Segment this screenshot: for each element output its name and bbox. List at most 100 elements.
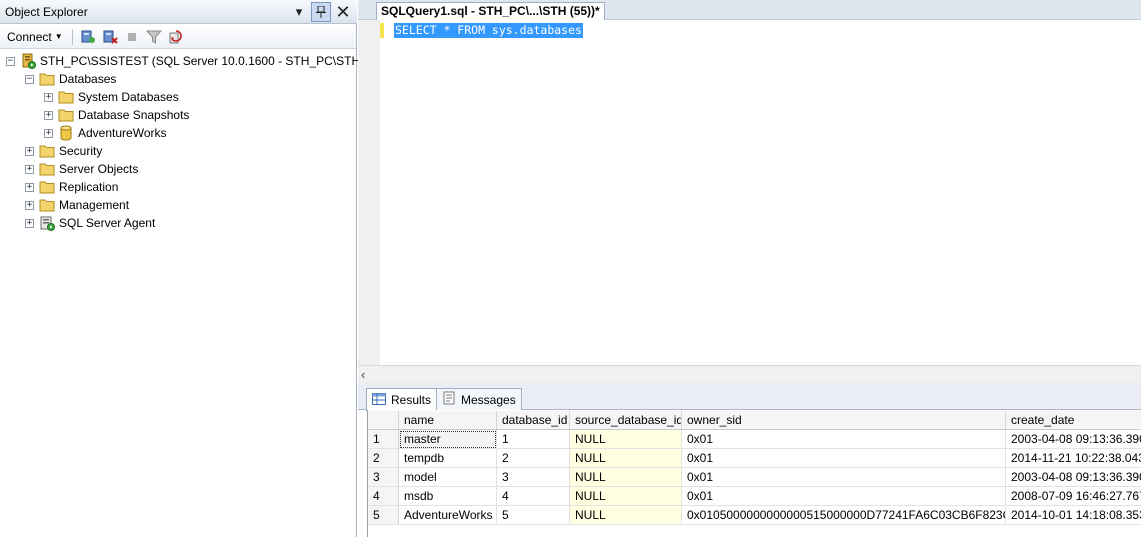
cell-source-database-id[interactable]: NULL	[570, 468, 682, 487]
server-icon	[20, 53, 36, 69]
row-number-header[interactable]	[368, 411, 399, 430]
table-row[interactable]: 3 model 3 NULL 0x01 2003-04-08 09:13:36.…	[368, 468, 1141, 487]
adventureworks-label: AdventureWorks	[78, 126, 167, 140]
expand-icon[interactable]: +	[44, 110, 53, 120]
expand-icon[interactable]: +	[44, 128, 53, 138]
cell-name[interactable]: AdventureWorks	[399, 506, 497, 525]
object-explorer-titlebar: Object Explorer ▾ ✕	[0, 0, 357, 24]
cell-owner-sid[interactable]: 0x01	[682, 430, 1006, 449]
cell-create-date[interactable]: 2003-04-08 09:13:36.390	[1006, 468, 1141, 487]
column-header-source-database-id[interactable]: source_database_id	[570, 411, 682, 430]
expand-icon[interactable]: +	[25, 164, 34, 174]
tree-node-server-objects[interactable]: + Server Objects	[25, 160, 138, 178]
editor-horizontal-scrollbar[interactable]: ‹	[358, 365, 1141, 382]
cell-database-id[interactable]: 5	[497, 506, 570, 525]
collapse-icon[interactable]: −	[25, 74, 34, 84]
table-row[interactable]: 1 master 1 NULL 0x01 2003-04-08 09:13:36…	[368, 430, 1141, 449]
tree-node-databases[interactable]: − Databases	[25, 70, 116, 88]
cell-database-id[interactable]: 1	[497, 430, 570, 449]
close-icon[interactable]: ✕	[333, 2, 353, 22]
disconnect-server-icon[interactable]	[101, 28, 119, 46]
connect-server-icon[interactable]	[79, 28, 97, 46]
folder-icon	[39, 197, 55, 213]
expand-icon[interactable]: +	[25, 218, 34, 228]
row-number[interactable]: 4	[368, 487, 399, 506]
object-explorer-panel: Object Explorer ▾ ✕ Connect ▼ − STH_PC\S…	[0, 0, 364, 537]
cell-database-id[interactable]: 2	[497, 449, 570, 468]
cell-owner-sid[interactable]: 0x01	[682, 468, 1006, 487]
management-label: Management	[59, 198, 130, 212]
cell-create-date[interactable]: 2003-04-08 09:13:36.390	[1006, 430, 1141, 449]
tree-node-server[interactable]: − STH_PC\SSISTEST (SQL Server 10.0.1600 …	[6, 52, 364, 70]
row-number[interactable]: 1	[368, 430, 399, 449]
cell-name[interactable]: model	[399, 468, 497, 487]
tree-node-adventureworks[interactable]: + AdventureWorks	[44, 124, 166, 142]
cell-database-id[interactable]: 3	[497, 468, 570, 487]
security-label: Security	[59, 144, 103, 158]
tab-sqlquery1[interactable]: SQLQuery1.sql - STH_PC\...\STH (55))*	[376, 2, 605, 20]
toolbar-separator	[71, 28, 73, 45]
server-label: STH_PC\SSISTEST (SQL Server 10.0.1600 - …	[40, 54, 365, 68]
tree-node-replication[interactable]: + Replication	[25, 178, 118, 196]
tab-messages[interactable]: Messages	[436, 388, 522, 410]
column-header-name[interactable]: name	[399, 411, 497, 430]
cell-name[interactable]: tempdb	[399, 449, 497, 468]
row-number[interactable]: 5	[368, 506, 399, 525]
cell-database-id[interactable]: 4	[497, 487, 570, 506]
refresh-icon[interactable]	[167, 28, 185, 46]
cell-source-database-id[interactable]: NULL	[570, 449, 682, 468]
tree-node-security[interactable]: + Security	[25, 142, 102, 160]
cell-create-date[interactable]: 2008-07-09 16:46:27.767	[1006, 487, 1141, 506]
tree-node-management[interactable]: + Management	[25, 196, 129, 214]
tree-node-system-databases[interactable]: + System Databases	[44, 88, 179, 106]
cell-source-database-id[interactable]: NULL	[570, 430, 682, 449]
window-position-dropdown-icon[interactable]: ▾	[289, 2, 309, 22]
tab-results[interactable]: Results	[366, 388, 438, 411]
column-header-owner-sid[interactable]: owner_sid	[682, 411, 1006, 430]
row-number[interactable]: 2	[368, 449, 399, 468]
cell-name[interactable]: msdb	[399, 487, 497, 506]
database-icon	[58, 125, 74, 141]
connect-button[interactable]: Connect ▼	[4, 27, 66, 47]
row-number[interactable]: 3	[368, 468, 399, 487]
cell-create-date[interactable]: 2014-10-01 14:18:08.353	[1006, 506, 1141, 525]
table-row[interactable]: 4 msdb 4 NULL 0x01 2008-07-09 16:46:27.7…	[368, 487, 1141, 506]
scroll-left-icon[interactable]: ‹	[361, 367, 365, 382]
folder-icon	[58, 107, 74, 123]
filter-icon[interactable]	[145, 28, 163, 46]
cell-source-database-id[interactable]: NULL	[570, 506, 682, 525]
cell-owner-sid[interactable]: 0x01	[682, 487, 1006, 506]
folder-icon	[58, 89, 74, 105]
results-tab-label: Results	[391, 393, 432, 407]
cell-source-database-id[interactable]: NULL	[570, 487, 682, 506]
system-databases-label: System Databases	[78, 90, 179, 104]
cell-name[interactable]: master	[399, 430, 497, 449]
cell-owner-sid[interactable]: 0x0105000000000000515000000D77241FA6C03C…	[682, 506, 1006, 525]
tree-node-database-snapshots[interactable]: + Database Snapshots	[44, 106, 189, 124]
table-row[interactable]: 2 tempdb 2 NULL 0x01 2014-11-21 10:22:38…	[368, 449, 1141, 468]
query-editor[interactable]: SELECT * FROM sys.databases	[358, 20, 1141, 365]
folder-icon	[39, 161, 55, 177]
server-objects-label: Server Objects	[59, 162, 139, 176]
query-text[interactable]: SELECT * FROM sys.databases	[394, 23, 583, 38]
databases-label: Databases	[59, 72, 117, 86]
column-header-database-id[interactable]: database_id	[497, 411, 570, 430]
grid-icon	[372, 392, 386, 408]
pin-icon[interactable]	[311, 2, 331, 22]
expand-icon[interactable]: +	[44, 92, 53, 102]
expand-icon[interactable]: +	[25, 146, 34, 156]
cell-owner-sid[interactable]: 0x01	[682, 449, 1006, 468]
collapse-icon[interactable]: −	[6, 56, 15, 66]
results-grid[interactable]: name database_id source_database_id owne…	[367, 410, 1141, 537]
database-snapshots-label: Database Snapshots	[78, 108, 190, 122]
table-row[interactable]: 5 AdventureWorks 5 NULL 0x01050000000000…	[368, 506, 1141, 525]
expand-icon[interactable]: +	[25, 200, 34, 210]
folder-icon	[39, 143, 55, 159]
stop-icon[interactable]	[123, 28, 141, 46]
column-header-create-date[interactable]: create_date	[1006, 411, 1141, 430]
expand-icon[interactable]: +	[25, 182, 34, 192]
cell-create-date[interactable]: 2014-11-21 10:22:38.043	[1006, 449, 1141, 468]
tree-node-sql-server-agent[interactable]: + SQL Server Agent	[25, 214, 155, 232]
messages-tab-label: Messages	[461, 392, 516, 407]
chevron-down-icon: ▼	[54, 32, 63, 41]
